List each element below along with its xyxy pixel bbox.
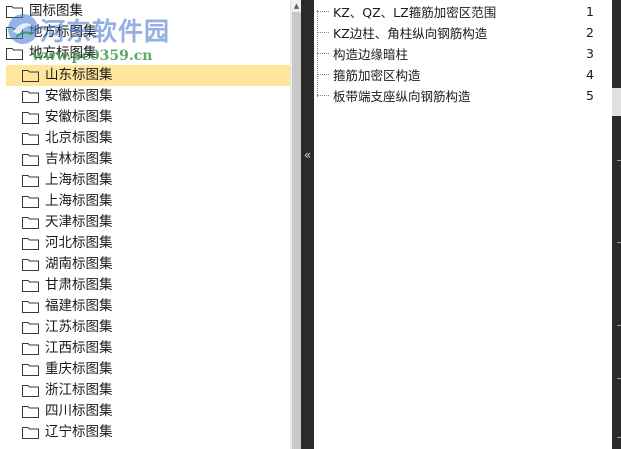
folder-icon bbox=[22, 153, 39, 166]
tree-item[interactable]: 地方标图集 bbox=[6, 22, 286, 43]
tree-item[interactable]: 浙江标图集 bbox=[6, 380, 290, 401]
list-item[interactable]: KZ边柱、角柱纵向钢筋构造 2 bbox=[314, 22, 594, 43]
list-item-page-number: 4 bbox=[586, 67, 594, 82]
list-item-title: KZ边柱、角柱纵向钢筋构造 bbox=[333, 26, 488, 41]
folder-icon bbox=[22, 426, 39, 439]
tree-item[interactable]: 上海标图集 bbox=[6, 170, 290, 191]
tree-item[interactable]: 安徽标图集 bbox=[6, 86, 290, 107]
tree-item[interactable]: 吉林标图集 bbox=[6, 149, 290, 170]
pane-splitter[interactable] bbox=[301, 0, 314, 449]
list-connector bbox=[317, 10, 329, 13]
list-item-page-number: 1 bbox=[586, 4, 594, 19]
list-item[interactable]: 板带端支座纵向钢筋构造 5 bbox=[314, 85, 594, 106]
tree-item-label: 湖南标图集 bbox=[45, 256, 113, 272]
folder-icon bbox=[22, 69, 39, 82]
folder-icon bbox=[22, 384, 39, 397]
tree-item[interactable]: 湖南标图集 bbox=[6, 254, 290, 275]
list-connector bbox=[317, 31, 329, 34]
folder-icon bbox=[22, 363, 39, 376]
list-connector bbox=[317, 52, 329, 55]
preview-pane-edge bbox=[612, 0, 621, 449]
folder-tree: 国标图集 地方标图集 地方标图集 山东标图集 安徽标图集 安徽标图集 北京标图集 吉林标图集上… bbox=[0, 0, 290, 449]
tree-item-label: 甘肃标图集 bbox=[45, 277, 113, 293]
list-item-page-number: 3 bbox=[586, 46, 594, 61]
collapse-left-pane-icon[interactable]: « bbox=[301, 148, 314, 162]
tree-item-label: 重庆标图集 bbox=[45, 361, 113, 377]
scrollbar-thumb[interactable] bbox=[292, 12, 301, 449]
tree-item-label: 上海标图集 bbox=[45, 172, 113, 188]
list-item-page-number: 2 bbox=[586, 25, 594, 40]
folder-icon bbox=[6, 26, 23, 39]
tree-item-label: 安徽标图集 bbox=[45, 109, 113, 125]
tree-item-label: 国标图集 bbox=[29, 3, 83, 19]
list-connector bbox=[317, 73, 329, 76]
ruler-tick bbox=[617, 242, 621, 243]
ruler-tick bbox=[617, 437, 621, 438]
ruler-tick bbox=[617, 325, 621, 326]
folder-icon bbox=[22, 216, 39, 229]
tree-item-label: 上海标图集 bbox=[45, 193, 113, 209]
tree-item[interactable]: 上海标图集 bbox=[6, 191, 290, 212]
tree-item[interactable]: 福建标图集 bbox=[6, 296, 290, 317]
list-item-page-number: 5 bbox=[586, 88, 594, 103]
tree-item-label: 江苏标图集 bbox=[45, 319, 113, 335]
tree-item[interactable]: 山东标图集 bbox=[6, 65, 290, 86]
list-item[interactable]: 构造边缘暗柱 3 bbox=[314, 43, 594, 64]
folder-icon bbox=[22, 279, 39, 292]
tree-item-label: 辽宁标图集 bbox=[45, 424, 113, 440]
tree-item[interactable]: 河北标图集 bbox=[6, 233, 290, 254]
list-item[interactable]: KZ、QZ、LZ箍筋加密区范围 1 bbox=[314, 1, 594, 22]
tree-item-label: 山东标图集 bbox=[45, 67, 113, 83]
tree-item-label: 安徽标图集 bbox=[45, 88, 113, 104]
tree-item[interactable]: 天津标图集 bbox=[6, 212, 290, 233]
ruler-tick bbox=[617, 160, 621, 161]
folder-icon bbox=[22, 321, 39, 334]
folder-icon bbox=[22, 342, 39, 355]
folder-icon bbox=[22, 237, 39, 250]
tree-item-label: 江西标图集 bbox=[45, 340, 113, 356]
folder-icon bbox=[22, 174, 39, 187]
tree-item-label: 地方标图集 bbox=[29, 45, 97, 61]
list-item-title: 板带端支座纵向钢筋构造 bbox=[333, 89, 471, 104]
tree-item[interactable]: 地方标图集 bbox=[6, 43, 286, 64]
ruler-tick bbox=[617, 378, 621, 379]
folder-icon bbox=[6, 5, 23, 18]
tree-item-label: 北京标图集 bbox=[45, 130, 113, 146]
list-item[interactable]: 箍筋加密区构造 4 bbox=[314, 64, 594, 85]
folder-icon bbox=[22, 300, 39, 313]
tree-item-label: 天津标图集 bbox=[45, 214, 113, 230]
tree-item-label: 福建标图集 bbox=[45, 298, 113, 314]
tree-item-label: 地方标图集 bbox=[29, 24, 97, 40]
tree-item[interactable]: 江苏标图集 bbox=[6, 317, 290, 338]
list-item-title: 构造边缘暗柱 bbox=[333, 47, 409, 62]
folder-icon bbox=[22, 258, 39, 271]
folder-icon bbox=[22, 195, 39, 208]
list-connector bbox=[317, 94, 329, 97]
tree-item[interactable]: 北京标图集 bbox=[6, 128, 290, 149]
tree-item[interactable]: 甘肃标图集 bbox=[6, 275, 290, 296]
folder-icon bbox=[6, 47, 23, 60]
folder-icon bbox=[22, 132, 39, 145]
list-item-title: KZ、QZ、LZ箍筋加密区范围 bbox=[333, 5, 497, 20]
tree-item[interactable]: 安徽标图集 bbox=[6, 107, 290, 128]
tree-item[interactable]: 重庆标图集 bbox=[6, 359, 290, 380]
tree-item[interactable]: 国标图集 bbox=[6, 1, 286, 22]
tree-item-label: 四川标图集 bbox=[45, 403, 113, 419]
tree-item-label: 浙江标图集 bbox=[45, 382, 113, 398]
tree-item[interactable]: 江西标图集 bbox=[6, 338, 290, 359]
tree-item[interactable]: 辽宁标图集 bbox=[6, 422, 290, 443]
drawing-list: KZ、QZ、LZ箍筋加密区范围 1 KZ边柱、角柱纵向钢筋构造 2 构造边缘暗柱 3 箍筋加… bbox=[314, 0, 612, 449]
tree-item[interactable]: 四川标图集 bbox=[6, 401, 290, 422]
tree-item-label: 吉林标图集 bbox=[45, 151, 113, 167]
preview-strip-segment bbox=[612, 88, 621, 116]
list-item-title: 箍筋加密区构造 bbox=[333, 68, 421, 83]
folder-icon bbox=[22, 111, 39, 124]
tree-item-label: 河北标图集 bbox=[45, 235, 113, 251]
folder-icon bbox=[22, 405, 39, 418]
folder-icon bbox=[22, 90, 39, 103]
